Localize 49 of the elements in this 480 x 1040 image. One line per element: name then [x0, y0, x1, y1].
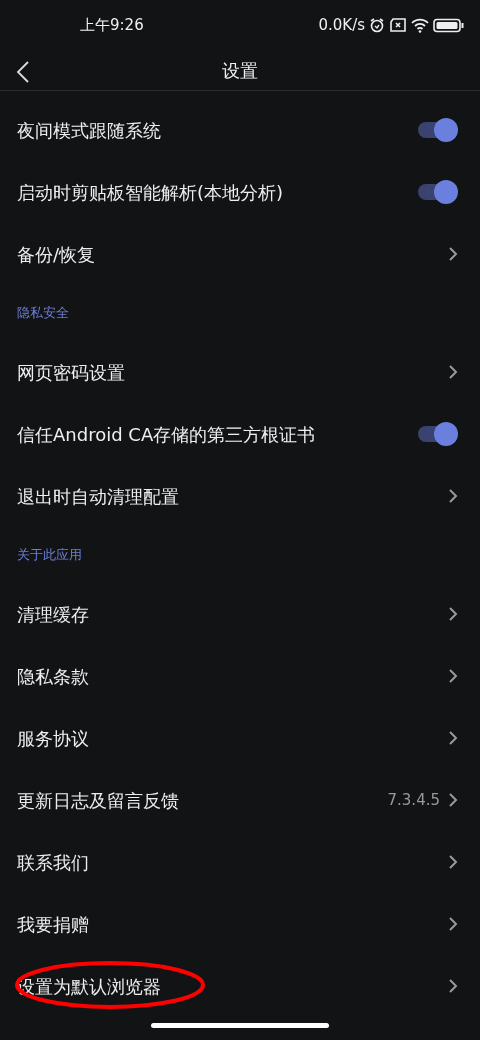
page-title: 设置: [222, 58, 258, 83]
wifi-icon: [411, 17, 429, 33]
toggle-switch[interactable]: [418, 180, 458, 204]
chevron-right-icon: [448, 792, 458, 808]
settings-row[interactable]: 我要捐赠: [0, 893, 480, 955]
chevron-right-icon: [448, 978, 458, 994]
settings-row[interactable]: 更新日志及留言反馈 7.3.4.5: [0, 769, 480, 831]
chevron-right-icon: [448, 668, 458, 684]
settings-row[interactable]: 启动时剪贴板智能解析(本地分析): [0, 161, 480, 223]
row-label: 联系我们: [17, 850, 89, 875]
sim-card-icon: [389, 17, 407, 33]
chevron-right-icon: [448, 364, 458, 380]
alarm-clock-icon: [369, 17, 385, 33]
row-label: 网页密码设置: [17, 360, 125, 385]
settings-row[interactable]: 退出时自动清理配置: [0, 465, 480, 527]
settings-row[interactable]: 隐私条款: [0, 645, 480, 707]
chevron-right-icon: [448, 916, 458, 932]
row-label: 隐私条款: [17, 664, 89, 689]
row-label: 信任Android CA存储的第三方根证书: [17, 422, 316, 447]
status-time: 上午9:26: [80, 14, 144, 36]
settings-row[interactable]: 备份/恢复: [0, 223, 480, 285]
section-header: 隐私安全: [17, 304, 69, 323]
settings-row[interactable]: 网页密码设置: [0, 341, 480, 403]
back-icon: [16, 59, 30, 84]
network-speed: 0.0K/s: [318, 14, 365, 36]
row-label: 启动时剪贴板智能解析(本地分析): [17, 180, 284, 205]
toggle-switch[interactable]: [418, 118, 458, 142]
settings-row[interactable]: 清理缓存: [0, 583, 480, 645]
chevron-right-icon: [448, 246, 458, 262]
row-label: 退出时自动清理配置: [17, 484, 179, 509]
row-label: 夜间模式跟随系统: [17, 118, 161, 143]
settings-row[interactable]: 信任Android CA存储的第三方根证书: [0, 403, 480, 465]
battery-icon: [433, 17, 464, 33]
row-label: 清理缓存: [17, 602, 89, 627]
row-label: 更新日志及留言反馈: [17, 788, 179, 813]
version-text: 7.3.4.5: [387, 789, 440, 811]
back-button[interactable]: [16, 59, 30, 84]
chevron-right-icon: [448, 854, 458, 870]
settings-row[interactable]: 联系我们: [0, 831, 480, 893]
settings-row[interactable]: 夜间模式跟随系统: [0, 99, 480, 161]
chevron-right-icon: [448, 730, 458, 746]
toggle-switch[interactable]: [418, 422, 458, 446]
chevron-right-icon: [448, 488, 458, 504]
row-label: 服务协议: [17, 726, 89, 751]
section-header: 关于此应用: [17, 546, 82, 565]
chevron-right-icon: [448, 606, 458, 622]
settings-row[interactable]: 服务协议: [0, 707, 480, 769]
row-label: 备份/恢复: [17, 242, 96, 267]
row-label: 我要捐赠: [17, 912, 89, 937]
